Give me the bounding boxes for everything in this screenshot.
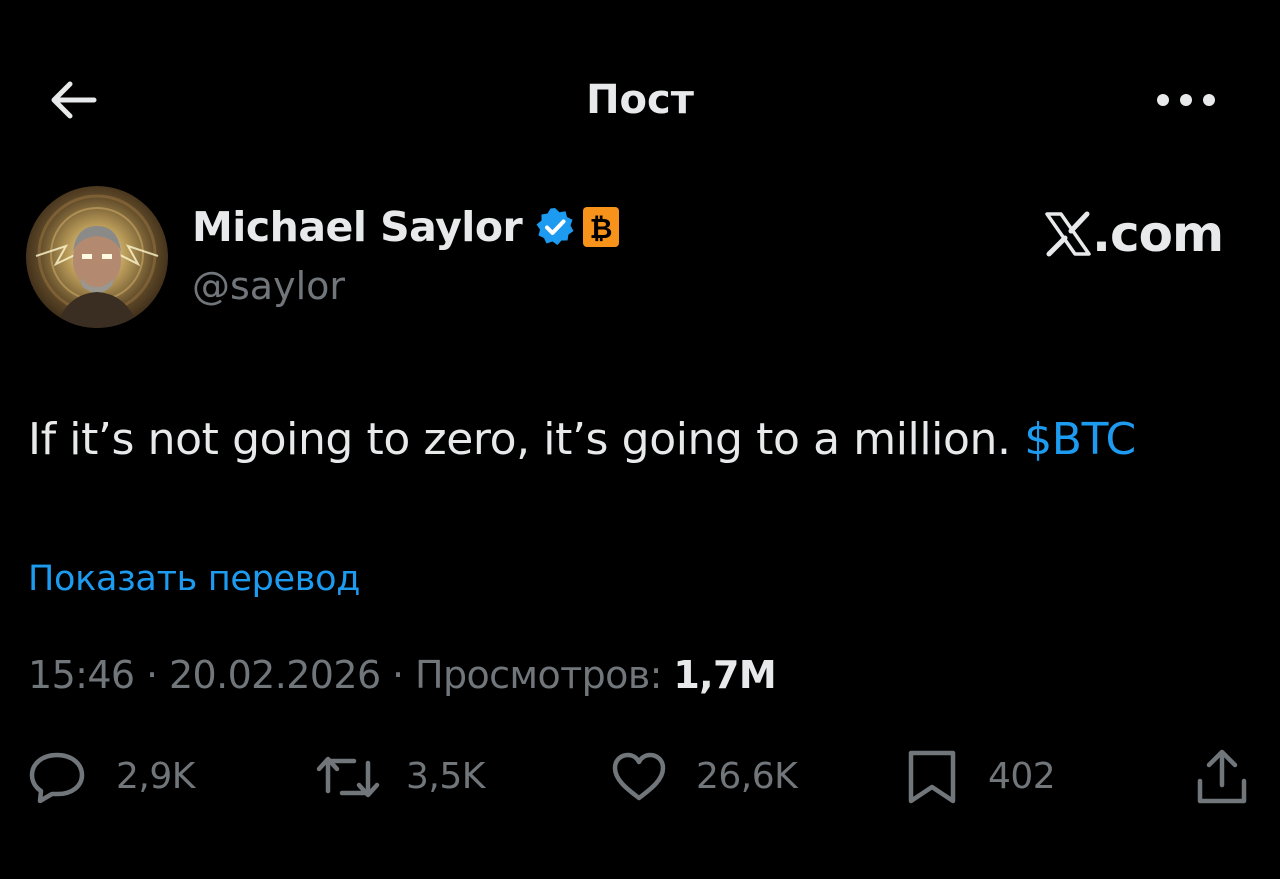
more-button[interactable] [1150,74,1222,126]
tweet-body: If it’s not going to zero, it’s going to… [28,414,1025,465]
top-bar: Пост [0,0,1280,200]
heart-icon [612,752,666,801]
author-display-name[interactable]: Michael Saylor [192,198,523,256]
share-icon [1197,749,1247,804]
tweet-text: If it’s not going to zero, it’s going to… [28,404,1258,476]
svg-text:₿: ₿ [590,212,613,245]
x-watermark: .com [1044,204,1224,264]
back-button[interactable] [40,72,104,128]
repost-count: 3,5K [406,756,485,797]
action-bar: 2,9K 3,5K 26,6K 402 [0,744,1280,810]
like-count: 26,6K [696,756,798,797]
like-button[interactable]: 26,6K [610,744,798,810]
tweet-meta: 15:46 · 20.02.2026 · Просмотров: 1,7M [28,650,777,700]
meta-separator: · [380,653,415,697]
bookmark-button[interactable]: 402 [904,744,1056,810]
share-button[interactable] [1194,744,1250,810]
avatar[interactable] [26,186,168,328]
page-title: Пост [586,77,694,123]
x-logo-icon [1045,211,1091,257]
views-label: Просмотров: [414,653,674,697]
reply-count: 2,9K [116,756,195,797]
bitcoin-badge-icon[interactable]: ₿ [582,206,620,248]
more-horizontal-icon [1157,94,1215,106]
verified-badge-icon[interactable] [534,206,576,248]
cashtag-link[interactable]: $BTC [1024,414,1136,465]
tweet-time[interactable]: 15:46 [28,653,135,697]
author-name-row: Michael Saylor ₿ [192,198,620,256]
repost-icon [316,756,380,798]
watermark-domain: .com [1092,205,1224,263]
reply-icon [29,752,85,803]
avatar-portrait [26,186,168,328]
tweet-date[interactable]: 20.02.2026 [169,653,381,697]
bookmark-icon [908,750,956,804]
author-handle[interactable]: @saylor [192,262,345,310]
repost-button[interactable]: 3,5K [316,744,485,810]
arrow-left-icon [51,81,97,119]
views-count[interactable]: 1,7M [673,653,776,697]
show-translation-link[interactable]: Показать перевод [28,556,360,602]
reply-button[interactable]: 2,9K [28,744,195,810]
meta-separator: · [134,653,169,697]
bookmark-count: 402 [988,756,1056,797]
